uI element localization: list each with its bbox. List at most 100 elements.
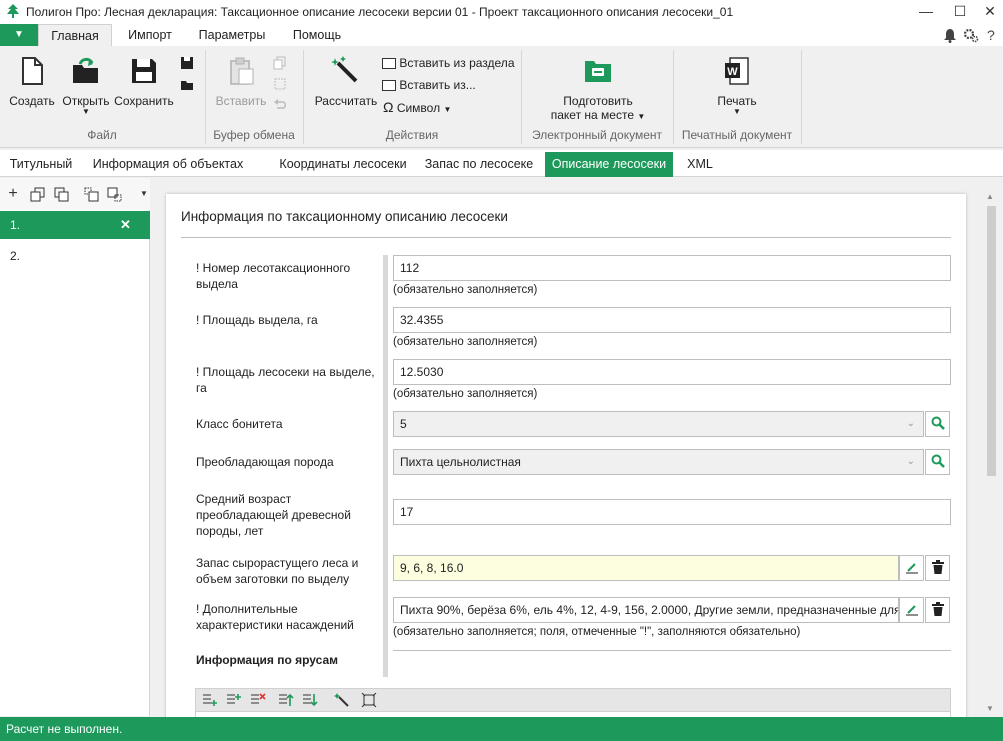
search-icon	[931, 416, 945, 430]
group-label-file: Файл	[87, 128, 117, 142]
average-age-input[interactable]: 17	[393, 499, 951, 525]
tab-coordinates[interactable]: Координаты лесосеки	[274, 152, 412, 177]
site-class-search-button[interactable]	[925, 411, 950, 437]
chevron-down-icon: ⌄	[906, 456, 915, 467]
help-icon[interactable]: ?	[987, 27, 995, 43]
add-row-icon[interactable]	[202, 692, 218, 708]
stand-number-input[interactable]: 112	[393, 255, 951, 281]
scroll-up-arrow-icon[interactable]: ▲	[986, 192, 994, 201]
tab-home[interactable]: Главная	[38, 24, 112, 46]
insert-from-button[interactable]: Вставить из...	[382, 78, 476, 92]
delete-row-icon[interactable]	[250, 692, 266, 708]
add-icon[interactable]: +	[5, 186, 21, 203]
save-disk-icon	[132, 59, 156, 83]
calculate-button[interactable]: Рассчитать	[312, 55, 380, 108]
title-divider	[181, 237, 951, 238]
svg-text:W: W	[727, 66, 738, 78]
move-row-up-icon[interactable]	[278, 692, 294, 708]
omega-icon: Ω	[383, 99, 394, 115]
site-class-select[interactable]: 5 ⌄	[393, 411, 924, 437]
field-label: Класс бонитета	[196, 417, 283, 431]
field-label: ! Площадь выдела, га	[196, 313, 318, 327]
site-class-value: 5	[400, 417, 407, 431]
stock-edit-button[interactable]	[899, 555, 924, 581]
stand-area-input[interactable]: 32.4355	[393, 307, 951, 333]
tab-help[interactable]: Помощь	[280, 24, 354, 46]
tab-parameters[interactable]: Параметры	[190, 24, 274, 46]
expand-icon[interactable]	[361, 692, 377, 708]
dominant-species-value: Пихта цельнолистная	[400, 455, 521, 469]
field-hint: (обязательно заполняется)	[393, 388, 538, 400]
list-item[interactable]: 1. ✕	[0, 211, 150, 239]
title-bar: Полигон Про: Лесная декларация: Таксацио…	[0, 0, 1003, 24]
prepare-package-button[interactable]: Подготовить пакет на месте ▼	[540, 55, 656, 122]
move-row-down-icon[interactable]	[302, 692, 318, 708]
open-chevron-down-icon: ▼	[82, 107, 90, 116]
create-label: Создать	[9, 94, 55, 108]
tab-stock[interactable]: Запас по лесосеке	[420, 152, 538, 177]
copy-item-icon[interactable]	[54, 187, 69, 202]
selection-pointer	[143, 218, 150, 232]
insert-from-section-button[interactable]: Вставить из раздела	[382, 56, 515, 70]
dominant-species-select[interactable]: Пихта цельнолистная ⌄	[393, 449, 924, 475]
group-label-pdoc: Печатный документ	[681, 128, 793, 142]
duplicate-icon[interactable]	[30, 187, 45, 202]
tiers-heading: Информация по ярусам	[196, 653, 339, 667]
paste-button[interactable]: Вставить	[214, 55, 268, 108]
close-button[interactable]: ✕	[975, 0, 1003, 24]
group-label-clipboard: Буфер обмена	[213, 128, 295, 142]
list-item[interactable]: 2.	[0, 242, 150, 270]
edit-pencil-icon	[905, 605, 918, 616]
field-label: ! Площадь лесосеки на выделе, га	[196, 365, 375, 395]
open-button[interactable]: Открыть ▼	[58, 55, 114, 116]
bell-icon[interactable]	[943, 28, 957, 43]
cut-icon[interactable]	[273, 77, 287, 91]
move-down-icon[interactable]	[107, 187, 122, 202]
additional-characteristics-input[interactable]: Пихта 90%, берёза 6%, ель 4%, 12, 4-9, 1…	[393, 597, 899, 623]
stock-clear-button[interactable]	[925, 555, 950, 581]
insert-file-icon	[382, 80, 396, 91]
undo-icon[interactable]	[273, 98, 287, 112]
scroll-down-arrow-icon[interactable]: ▼	[986, 704, 994, 713]
stock-volume-input[interactable]: 9, 6, 8, 16.0	[393, 555, 899, 581]
symbol-button[interactable]: Ω Символ ▼	[383, 99, 451, 115]
minimize-button[interactable]: —	[911, 0, 941, 24]
print-button[interactable]: W Печать ▼	[704, 55, 770, 116]
save-as-icon[interactable]	[180, 56, 194, 70]
field-hint: (обязательно заполняется)	[393, 284, 538, 296]
gears-icon[interactable]	[963, 28, 979, 43]
print-chevron-down-icon: ▼	[733, 107, 741, 116]
fill-wand-icon[interactable]	[334, 692, 350, 708]
tab-title-page[interactable]: Титульный	[4, 152, 78, 177]
insert-row-icon[interactable]	[226, 692, 242, 708]
edit-pencil-icon	[905, 563, 918, 574]
tab-xml[interactable]: XML	[680, 152, 720, 177]
list-item-label: 1.	[10, 218, 21, 232]
save-button[interactable]: Сохранить	[114, 55, 174, 108]
maximize-button[interactable]: ☐	[945, 0, 975, 24]
field-label: ! Номер лесотаксационного выдела	[196, 261, 351, 291]
tab-import[interactable]: Импорт	[116, 24, 184, 46]
group-label-edoc: Электронный документ	[531, 128, 663, 142]
toolbar-overflow-icon[interactable]: ▼	[140, 189, 148, 198]
characteristics-clear-button[interactable]	[925, 597, 950, 623]
plot-area-input[interactable]: 12.5030	[393, 359, 951, 385]
remove-icon[interactable]: ✕	[120, 211, 131, 239]
tab-description[interactable]: Описание лесосеки	[545, 152, 673, 177]
create-button[interactable]: Создать	[8, 55, 56, 108]
chevron-down-icon: ⌄	[906, 418, 915, 429]
app-menu-dropdown[interactable]: ▼	[0, 24, 38, 46]
move-up-icon[interactable]	[84, 187, 99, 202]
open-folder-icon	[73, 57, 98, 83]
scrollbar-thumb[interactable]	[987, 206, 996, 476]
characteristics-edit-button[interactable]	[899, 597, 924, 623]
field-hint: (обязательно заполняется)	[393, 336, 538, 348]
tab-objects-info[interactable]: Информация об объектах	[86, 152, 250, 177]
copy-icon[interactable]	[273, 56, 287, 70]
field-label: Средний возраст преобладающей древесной …	[196, 492, 351, 538]
search-icon	[931, 454, 945, 468]
list-item-label: 2.	[10, 249, 21, 263]
prepare-label-line1: Подготовить	[563, 94, 633, 108]
folder-small-icon[interactable]	[180, 78, 194, 92]
species-search-button[interactable]	[925, 449, 950, 475]
